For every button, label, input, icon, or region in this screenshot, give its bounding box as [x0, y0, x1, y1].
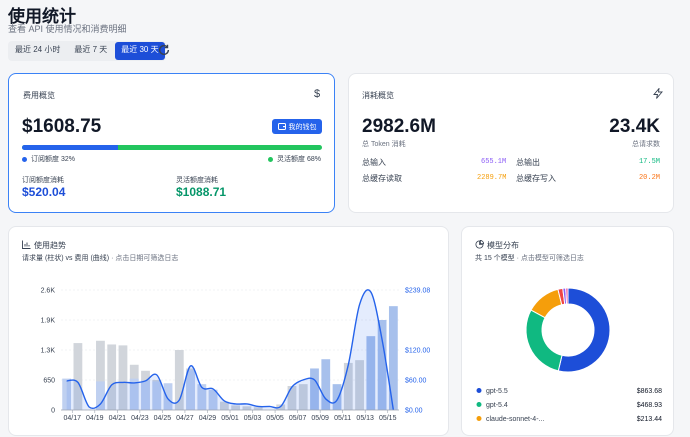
cache-read-value: 2289.7M [477, 174, 507, 182]
range-7d-button[interactable]: 最近 7 天 [68, 42, 113, 60]
my-wallet-label: 我的钱包 [288, 123, 317, 131]
time-range-selector: 最近 24 小时 最近 7 天 最近 30 天 [8, 41, 166, 61]
x-tick-label: 04/19 [86, 415, 104, 422]
zap-icon [653, 88, 663, 99]
cost-overview-card: 费用概览 $ $1608.75 我的钱包 订阅额度 32% 灵活额度 68% 订… [8, 73, 335, 213]
y-right-tick-label: $60.00 [405, 377, 427, 384]
x-tick-label: 05/09 [311, 415, 329, 422]
x-tick-label: 05/01 [221, 415, 239, 422]
credit-split-bar [22, 145, 322, 150]
my-wallet-button[interactable]: 我的钱包 [272, 119, 322, 134]
flexible-legend: 灵活额度 68% [268, 154, 321, 164]
usage-trend-card: 使用趋势 请求量 (柱状) vs 费用 (曲线) · 点击日期可筛选日志 0 65… [8, 226, 449, 436]
legend-model-name: gpt-5.5 [486, 388, 508, 395]
legend-dot [476, 402, 482, 407]
legend-model-cost: $213.44 [637, 416, 662, 423]
x-tick-label: 05/07 [289, 415, 307, 422]
wallet-icon [277, 123, 286, 130]
total-requests-label: 总请求数 [632, 141, 660, 148]
input-value: 655.1M [481, 158, 507, 166]
x-tick-label: 05/05 [266, 415, 284, 422]
model-distribution-chart[interactable]: gpt-5.5 $863.68 gpt-5.4 $468.93 claude-sonne… [462, 227, 675, 437]
usage-trend-chart[interactable]: 0 650 1.3K 1.9K 2.6K $0.00 $60.00 $120.00 $239.0… [9, 227, 450, 437]
legend-model-cost: $863.68 [637, 388, 662, 395]
legend-model-cost: $468.93 [637, 402, 662, 409]
legend-dot [476, 416, 482, 421]
x-tick-label: 04/27 [176, 415, 194, 422]
x-tick-label: 05/11 [334, 415, 351, 422]
flexible-used-value: $1088.71 [176, 185, 227, 199]
x-tick-label: 05/03 [244, 415, 262, 422]
subscription-legend-label: 订阅额度 32% [31, 156, 75, 163]
input-label: 总输入 [362, 158, 386, 167]
x-tick-label: 04/29 [199, 415, 217, 422]
total-tokens-value: 2982.6M [362, 116, 436, 137]
consumption-overview-heading: 消耗概览 [362, 91, 394, 100]
refresh-icon[interactable] [157, 43, 171, 57]
output-label: 总输出 [516, 158, 540, 167]
y-left-tick-label: 1.9K [41, 318, 56, 325]
output-value: 17.5M [638, 158, 660, 166]
flexible-legend-label: 灵活额度 68% [277, 156, 321, 163]
model-distribution-card: 模型分布 共 15 个模型 · 点击模型可筛选日志 gpt-5.5 $863.68… [461, 226, 674, 436]
subscription-used-value: $520.04 [22, 185, 66, 199]
x-tick-label: 04/25 [154, 415, 172, 422]
y-right-tick-label: $0.00 [405, 408, 423, 415]
flexible-used-label: 灵活额度消耗 [176, 177, 218, 184]
x-tick-label: 04/17 [64, 415, 82, 422]
total-requests-value: 23.4K [609, 116, 660, 137]
range-24h-button[interactable]: 最近 24 小时 [9, 42, 66, 60]
legend-model-name: gpt-5.4 [486, 402, 508, 409]
y-left-tick-label: 0 [51, 408, 55, 415]
flexible-dot [268, 156, 274, 162]
x-tick-label: 05/15 [379, 415, 397, 422]
y-left-tick-label: 650 [43, 378, 55, 385]
donut-slice [525, 309, 563, 372]
x-tick-label: 04/23 [131, 415, 149, 422]
y-right-tick-label: $120.00 [405, 347, 430, 354]
total-cost-value: $1608.75 [22, 116, 102, 137]
x-tick-label: 04/21 [109, 415, 127, 422]
legend-model-name: claude-sonnet-4-... [486, 416, 544, 423]
subscription-used-label: 订阅额度消耗 [22, 177, 64, 184]
cost-overview-heading: 费用概览 [23, 91, 55, 100]
cache-read-label: 总缓存读取 [362, 174, 402, 183]
y-left-tick-label: 1.3K [41, 348, 56, 355]
cache-write-label: 总缓存写入 [516, 174, 556, 183]
subscription-dot [22, 156, 27, 162]
y-left-tick-label: 2.6K [41, 288, 56, 295]
total-tokens-label: 总 Token 消耗 [362, 141, 406, 148]
cache-write-value: 20.2M [638, 174, 660, 182]
donut-slice [565, 287, 569, 305]
subscription-share-fill [22, 145, 118, 150]
consumption-overview-card: 消耗概览 2982.6M 总 Token 消耗 23.4K 总请求数 总输入 6… [348, 73, 674, 213]
legend-dot [476, 388, 482, 393]
page-subtitle: 查看 API 使用情况和消费明细 [8, 24, 127, 34]
x-tick-label: 05/13 [356, 415, 374, 422]
y-right-tick-label: $239.08 [405, 288, 430, 295]
dollar-icon: $ [314, 88, 321, 100]
subscription-legend: 订阅额度 32% [22, 154, 75, 164]
